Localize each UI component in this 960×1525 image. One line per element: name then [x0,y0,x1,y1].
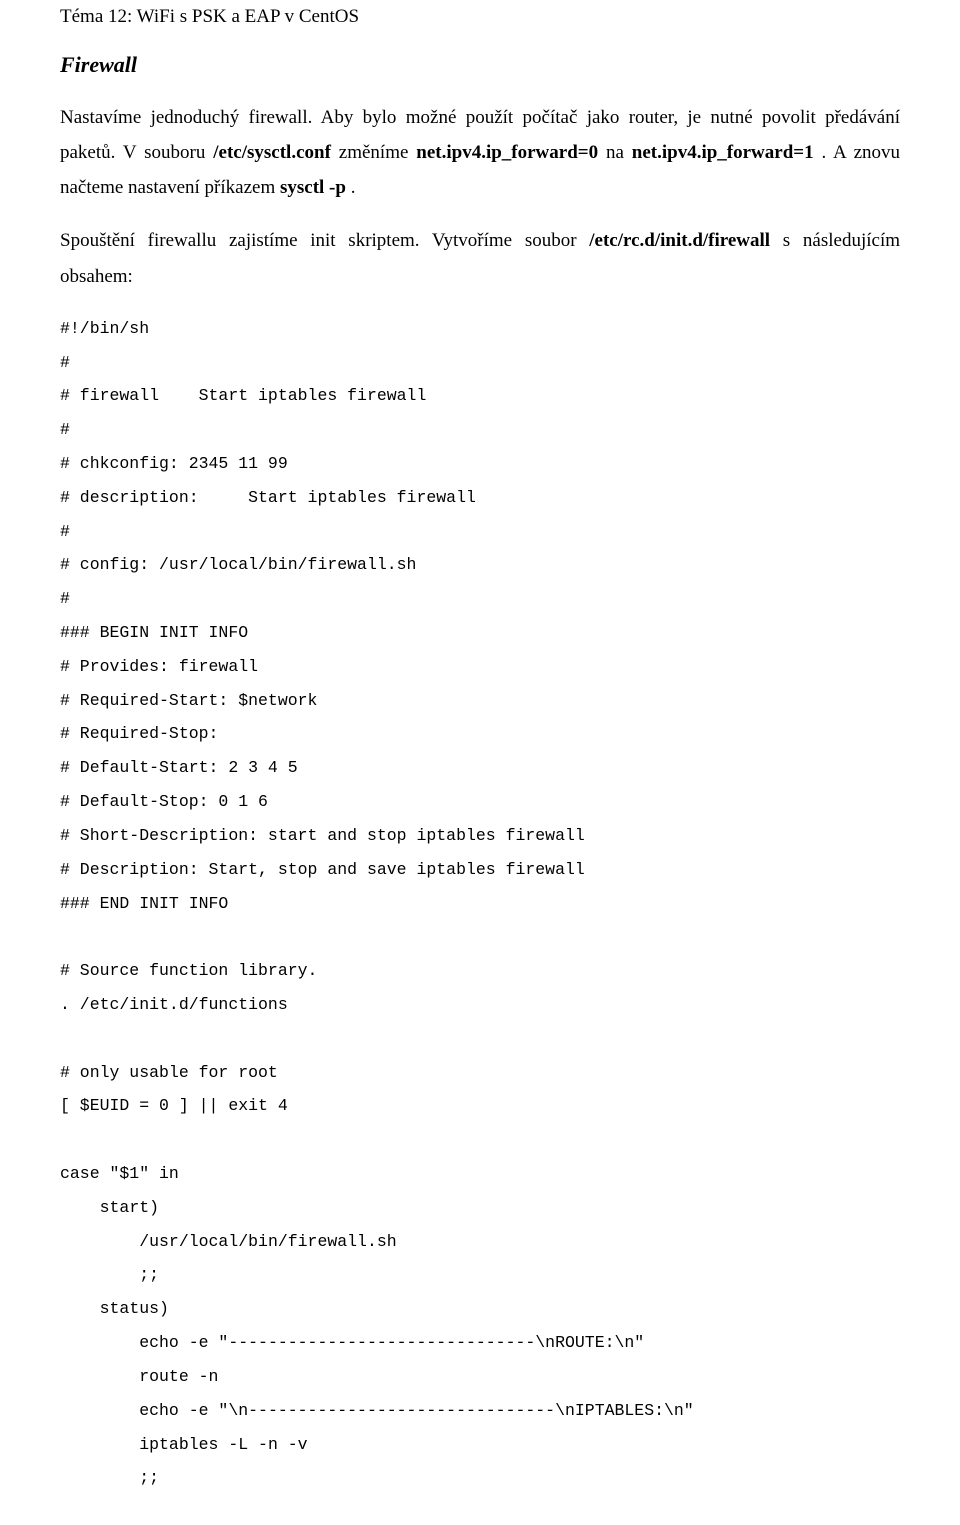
paragraph-2: Spouštění firewallu zajistíme init skrip… [60,223,900,293]
section-title-firewall: Firewall [60,52,900,78]
document-page: Téma 12: WiFi s PSK a EAP v CentOS Firew… [0,6,960,1525]
firewall-init-script: #!/bin/sh # # firewall Start iptables fi… [60,312,900,1495]
paragraph-1: Nastavíme jednoduchý firewall. Aby bylo … [60,100,900,205]
page-header: Téma 12: WiFi s PSK a EAP v CentOS [60,6,900,28]
